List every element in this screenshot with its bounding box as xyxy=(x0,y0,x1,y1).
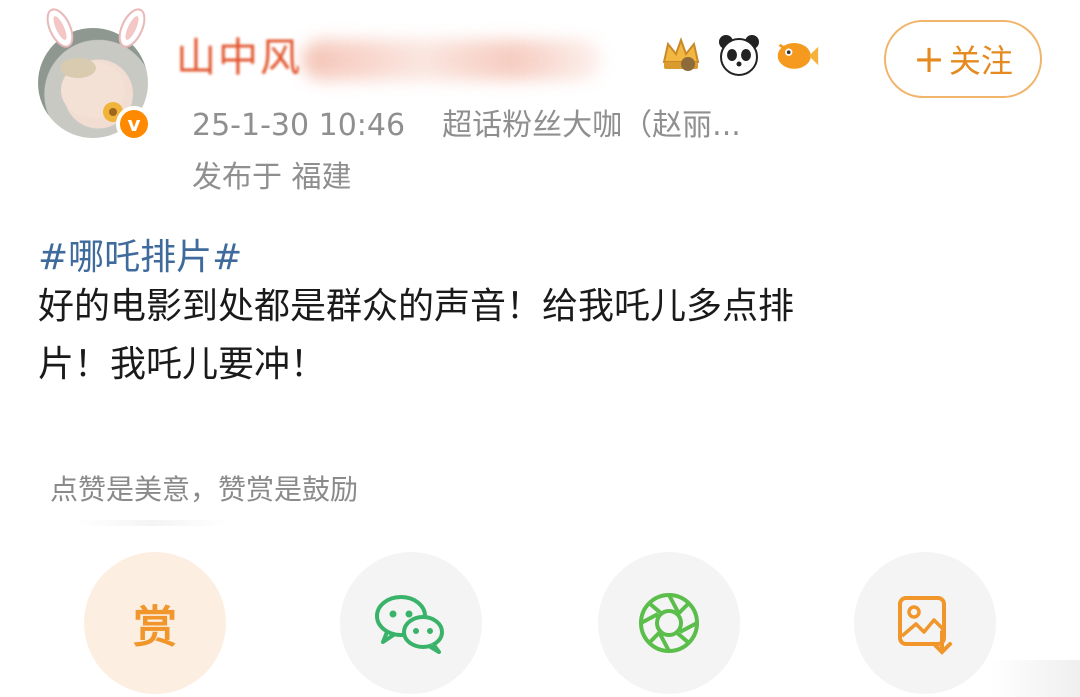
panda-icon[interactable] xyxy=(716,32,762,78)
fish-icon[interactable] xyxy=(774,32,820,78)
username[interactable]: 山中风 xyxy=(176,30,646,86)
save-image-button[interactable] xyxy=(854,552,996,694)
fan-badge-text[interactable]: 超话粉丝大咖（赵丽... xyxy=(442,108,741,143)
bunny-ears-icon xyxy=(46,8,146,48)
hashtag-link[interactable]: #哪吒排片# xyxy=(38,228,242,280)
crown-badge-icon[interactable] xyxy=(658,32,704,78)
reward-tip: 点赞是美意，赞赏是鼓励 xyxy=(50,473,359,506)
plus-icon: + xyxy=(913,37,945,81)
watermark-fade xyxy=(990,660,1080,697)
user-badges xyxy=(658,32,820,78)
post-timestamp: 25-1-30 10:46 xyxy=(192,108,406,143)
follow-button[interactable]: + 关注 xyxy=(884,20,1042,98)
moments-icon xyxy=(639,593,699,653)
reward-button[interactable]: 赏 xyxy=(84,552,226,694)
share-moments-button[interactable] xyxy=(598,552,740,694)
save-image-icon xyxy=(898,596,952,655)
post-meta: 25-1-30 10:46 超话粉丝大咖（赵丽... xyxy=(192,100,741,144)
wechat-icon xyxy=(375,595,444,654)
tip-pointer xyxy=(78,520,228,526)
post-content: 好的电影到处都是群众的声音！给我吒儿多点排 片！我吒儿要冲！ xyxy=(38,286,795,385)
blurred-username-part xyxy=(302,40,602,80)
share-wechat-button[interactable] xyxy=(340,552,482,694)
verified-badge: v xyxy=(116,106,152,142)
avatar[interactable]: v xyxy=(38,8,152,142)
post-location: 发布于 福建 xyxy=(192,160,352,195)
